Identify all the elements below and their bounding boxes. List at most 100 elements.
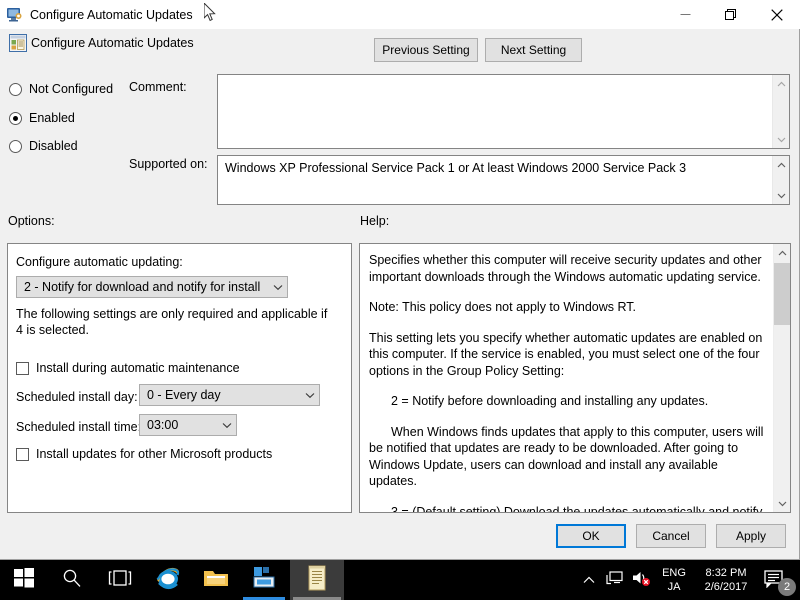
scroll-down-icon[interactable] [773,131,789,148]
options-panel: Configure automatic updating: 2 - Notify… [7,243,352,513]
previous-setting-button[interactable]: Previous Setting [374,38,478,62]
scroll-up-icon[interactable] [774,244,790,261]
checkbox-install-other-microsoft-products[interactable]: Install updates for other Microsoft prod… [16,447,272,461]
help-paragraph: 2 = Notify before downloading and instal… [391,394,709,408]
scheduled-install-day-dropdown[interactable]: 0 - Every day [139,384,320,406]
radio-mark-not-configured [9,82,22,96]
group-policy-editor-icon [306,565,328,596]
search-button[interactable] [48,560,96,600]
help-label: Help: [360,214,390,228]
supported-on-value: Windows XP Professional Service Pack 1 o… [225,161,687,175]
scheduled-install-time-dropdown[interactable]: 03:00 [139,414,237,436]
radio-label-disabled: Disabled [29,139,78,153]
next-setting-button[interactable]: Next Setting [485,38,582,62]
action-center-button[interactable]: 2 [758,560,800,600]
restore-button[interactable] [708,0,754,29]
scroll-down-icon[interactable] [774,495,790,512]
chevron-down-icon [269,284,287,291]
show-hidden-icons-button[interactable] [576,560,602,600]
clock-time: 8:32 PM [705,567,747,579]
scheduled-install-time-value: 03:00 [147,418,179,432]
help-scrollbar-thumb[interactable] [774,263,790,325]
title-bar: Configure Automatic Updates [0,0,800,29]
scroll-up-icon[interactable] [773,75,789,92]
supported-on-scrollbar[interactable] [772,156,789,204]
clock-date: 2/6/2017 [704,581,748,593]
task-view-button[interactable] [96,560,144,600]
help-paragraph: This setting lets you specify whether au… [369,330,763,378]
radio-enabled[interactable]: Enabled [9,111,75,125]
cancel-button[interactable]: Cancel [636,524,706,548]
help-paragraph: Note: This policy does not apply to Wind… [369,300,637,314]
volume-button[interactable] [628,560,654,600]
settings-requirement-note: The following settings are only required… [16,307,328,337]
language-indicator[interactable]: ENG JA [656,560,692,600]
configure-updating-label: Configure automatic updating: [16,255,183,269]
file-explorer-icon [203,567,229,594]
scroll-down-icon[interactable] [773,187,789,204]
help-paragraph: 3 = (Default setting) Download the updat… [391,504,763,513]
minimize-button[interactable] [662,0,708,29]
notification-count-badge: 2 [778,578,796,596]
chevron-down-icon [301,392,319,399]
chevron-up-icon [583,571,595,589]
close-icon [771,8,783,21]
checkbox-mark-maintenance [16,361,29,375]
language-primary: ENG [662,567,686,579]
network-icon [606,570,624,591]
checkbox-label-other-ms-products: Install updates for other Microsoft prod… [36,447,273,461]
minimize-icon [680,9,691,20]
ok-button[interactable]: OK [556,524,626,548]
radio-disabled[interactable]: Disabled [9,139,78,153]
checkbox-install-during-maintenance[interactable]: Install during automatic maintenance [16,361,240,375]
comment-label: Comment: [129,80,187,94]
checkbox-mark-other-ms-products [16,447,29,461]
supported-on-label: Supported on: [129,157,208,171]
comment-scrollbar[interactable] [772,75,789,148]
help-panel: Specifies whether this computer will rec… [359,243,791,513]
clock[interactable]: 8:32 PM 2/6/2017 [694,560,758,600]
setting-title: Configure Automatic Updates [31,36,194,50]
scheduled-install-time-label: Scheduled install time: [16,420,142,434]
options-label: Options: [8,214,55,228]
internet-explorer-button[interactable] [144,560,192,600]
help-paragraph: Specifies whether this computer will rec… [369,253,762,284]
language-secondary: JA [667,581,681,593]
restore-icon [725,8,737,21]
file-explorer-button[interactable] [192,560,240,600]
radio-mark-disabled [9,139,22,153]
radio-mark-enabled [9,111,22,125]
start-icon [14,567,34,593]
checkbox-label-maintenance: Install during automatic maintenance [36,361,240,375]
mouse-cursor [203,1,217,23]
help-scrollbar[interactable] [773,244,790,512]
internet-explorer-icon [155,565,181,596]
store-icon [251,566,277,595]
search-icon [62,568,82,593]
scheduled-install-day-label: Scheduled install day: [16,390,138,404]
comment-textarea[interactable] [217,74,790,149]
help-text: Specifies whether this computer will rec… [360,244,773,512]
configure-updating-dropdown[interactable]: 2 - Notify for download and notify for i… [16,276,288,298]
start-button[interactable] [0,560,48,600]
volume-muted-icon [631,569,651,592]
network-button[interactable] [602,560,628,600]
task-view-icon [108,569,132,592]
group-policy-editor-button[interactable] [290,560,344,600]
policy-setting-icon [9,34,27,52]
store-button[interactable] [240,560,288,600]
close-button[interactable] [754,0,800,29]
configure-updating-value: 2 - Notify for download and notify for i… [24,280,261,294]
help-paragraph: When Windows finds updates that apply to… [369,424,764,489]
radio-label-not-configured: Not Configured [29,82,114,96]
taskbar: ENG JA 8:32 PM 2/6/2017 2 [0,560,800,600]
scroll-up-icon[interactable] [773,156,789,173]
window-title: Configure Automatic Updates [30,7,193,22]
scheduled-install-day-value: 0 - Every day [147,388,221,402]
group-policy-setting-dialog: Configure Automatic Updates Configure Au… [0,0,800,560]
radio-not-configured[interactable]: Not Configured [9,82,113,96]
supported-on-textbox: Windows XP Professional Service Pack 1 o… [217,155,790,205]
apply-button[interactable]: Apply [716,524,786,548]
chevron-down-icon [218,422,236,429]
policy-computer-icon [6,7,24,23]
